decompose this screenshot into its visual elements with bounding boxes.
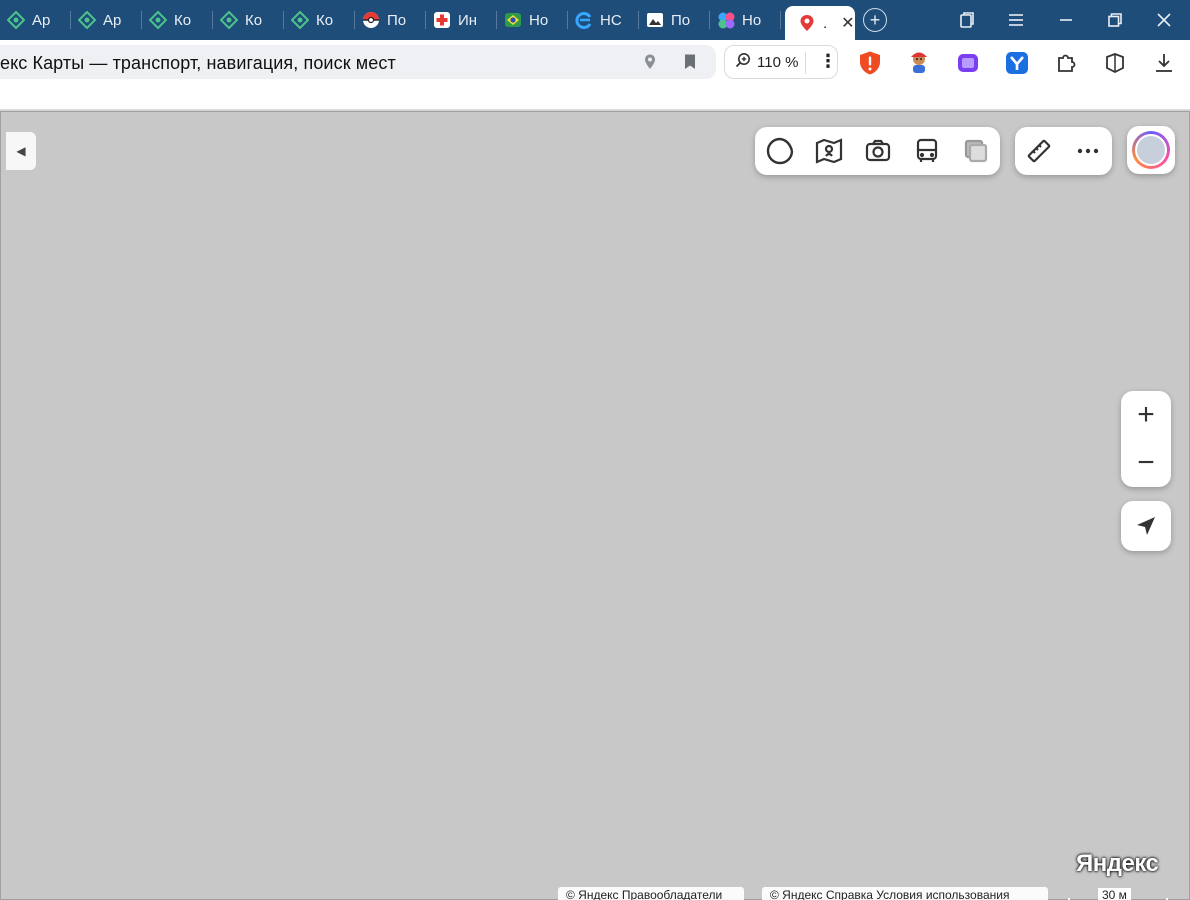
tab-10[interactable]: По	[639, 0, 710, 40]
collapse-panel-button[interactable]: ◀	[6, 132, 36, 170]
bus-icon[interactable]	[902, 127, 951, 175]
blue-e-icon	[574, 10, 594, 30]
tab-label: По	[387, 11, 407, 29]
location-pin-icon[interactable]	[642, 53, 658, 76]
tab-label: Ко	[316, 11, 334, 29]
zoom-indicator[interactable]: 110 % ⋮	[724, 45, 838, 79]
tab-4[interactable]: Ко	[213, 0, 284, 40]
blue-y-extension-icon[interactable]	[1004, 50, 1030, 76]
close-tab-icon[interactable]: ✕	[841, 13, 854, 33]
ruler-icon[interactable]	[1015, 127, 1064, 175]
zoom-in-button[interactable]: +	[1121, 391, 1171, 439]
tab-strip: Ар Ар Ко Ко Ко По Ин Но НС По Но . ✕ +	[0, 0, 1190, 40]
green-diamond-icon	[148, 10, 168, 30]
tab-active-maps[interactable]: . ✕	[785, 6, 855, 40]
close-window-icon[interactable]	[1140, 0, 1188, 40]
wizard-extension-icon[interactable]	[906, 50, 932, 76]
page-title: екс Карты — транспорт, навигация, поиск …	[0, 53, 396, 73]
pokeball-icon	[361, 10, 381, 30]
restore-icon[interactable]	[1091, 0, 1139, 40]
map-layers-icon[interactable]	[951, 127, 1000, 175]
brazil-flag-icon	[503, 10, 523, 30]
map-area[interactable]: ◀ + − Яндекс © Яндекс Правообладатели © …	[0, 111, 1190, 900]
download-icon[interactable]	[1151, 50, 1177, 76]
shield-icon[interactable]	[857, 50, 883, 76]
tab-label: Ар	[103, 11, 122, 29]
scale-label: 30 м	[1098, 888, 1131, 900]
tab-label: Но	[529, 11, 549, 29]
zoom-magnifier-icon	[735, 52, 751, 72]
my-location-button[interactable]	[1121, 501, 1171, 551]
avatar-photo	[1135, 134, 1167, 166]
tab-label: НС	[600, 11, 622, 29]
colorful-circles-icon	[716, 10, 736, 30]
tab-1[interactable]: Ар	[0, 0, 71, 40]
tab-8[interactable]: Но	[497, 0, 568, 40]
tab-label: Ар	[32, 11, 51, 29]
green-diamond-icon	[219, 10, 239, 30]
tab-label: По	[671, 11, 691, 29]
tab-6[interactable]: По	[355, 0, 426, 40]
zoom-value: 110 %	[757, 53, 799, 71]
tab-7[interactable]: Ин	[426, 0, 497, 40]
tab-label: Ко	[245, 11, 263, 29]
menu-icon[interactable]	[992, 0, 1040, 40]
zoom-out-button[interactable]: −	[1121, 439, 1171, 487]
browser-toolbar: екс Карты — транспорт, навигация, поиск …	[0, 40, 1190, 110]
camera-icon[interactable]	[853, 127, 902, 175]
copyright-right[interactable]: © Яндекс Справка Условия использования	[762, 887, 1048, 900]
tab-5[interactable]: Ко	[284, 0, 355, 40]
tab-label: Ко	[174, 11, 192, 29]
minimize-icon[interactable]	[1042, 0, 1090, 40]
tools-toolbar	[1015, 127, 1112, 175]
map-pin-icon	[797, 13, 817, 33]
avatar-ring	[1132, 131, 1170, 169]
green-diamond-icon	[290, 10, 310, 30]
copyright-left[interactable]: © Яндекс Правообладатели	[558, 887, 744, 900]
divider	[805, 52, 806, 74]
map-scale: 30 м	[1068, 888, 1172, 900]
collections-icon[interactable]	[1102, 50, 1128, 76]
puzzle-icon[interactable]	[1053, 50, 1079, 76]
tab-label: Ин	[458, 11, 478, 29]
more-horizontal-icon[interactable]	[1064, 127, 1113, 175]
tab-label: Но	[742, 11, 762, 29]
green-diamond-icon	[6, 10, 26, 30]
tab-3[interactable]: Ко	[142, 0, 213, 40]
panorama-map-icon[interactable]	[804, 127, 853, 175]
address-bar[interactable]: екс Карты — транспорт, навигация, поиск …	[0, 45, 716, 79]
green-diamond-icon	[77, 10, 97, 30]
picture-icon	[645, 10, 665, 30]
tab-11[interactable]: Но	[710, 0, 781, 40]
bookmark-icon[interactable]	[683, 53, 697, 76]
map-zoom-control: + −	[1121, 391, 1171, 487]
user-avatar[interactable]	[1127, 126, 1175, 174]
tab-groups-icon[interactable]	[943, 0, 991, 40]
layer-mode-icon[interactable]	[755, 127, 804, 175]
navigation-arrow-icon	[1137, 517, 1155, 535]
satellite-imagery[interactable]	[0, 111, 1190, 900]
purple-extension-icon[interactable]	[955, 50, 981, 76]
yandex-logo: Яндекс	[1076, 850, 1159, 877]
tab-2[interactable]: Ар	[71, 0, 142, 40]
red-cross-icon	[432, 10, 452, 30]
tab-label: .	[823, 14, 828, 32]
more-vertical-icon[interactable]: ⋮	[819, 51, 837, 72]
new-tab-button[interactable]: +	[863, 8, 887, 32]
map-layers-toolbar	[755, 127, 1000, 175]
tab-9[interactable]: НС	[568, 0, 639, 40]
